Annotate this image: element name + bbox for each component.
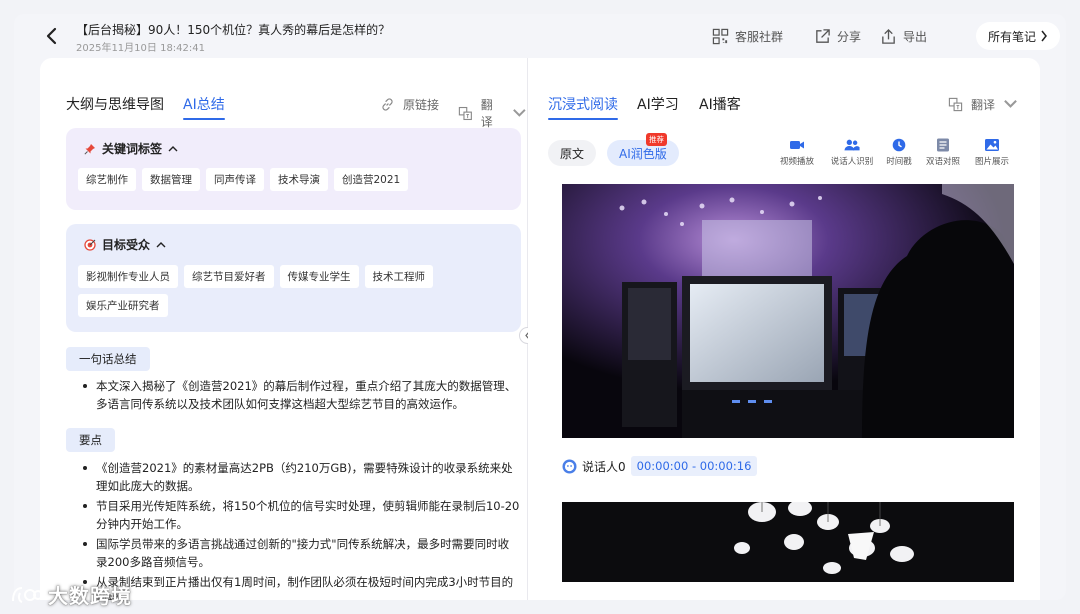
audience-title: 目标受众 xyxy=(102,238,151,252)
translate-label-left: 翻译 xyxy=(480,98,493,129)
keywords-header[interactable]: 关键词标签 xyxy=(84,140,178,157)
watermark-logo: 大数跨境 xyxy=(10,580,132,609)
app-window: 【后台揭秘】90人！150个机位？真人秀的幕后是怎样的？ 2025年11月10日… xyxy=(14,14,1066,600)
share-label: 分享 xyxy=(837,30,862,44)
reading-panel: 沉浸式阅读 AI学习 AI播客 翻译 原文 AI润色版 推荐 视频播放 说话人识… xyxy=(528,58,1040,600)
share-button[interactable]: 分享 xyxy=(814,28,861,45)
original-link-button[interactable]: 原链接 xyxy=(380,96,439,113)
translate-button-right[interactable]: 翻译 xyxy=(948,96,1018,113)
chevron-right-icon xyxy=(1041,30,1047,42)
keypoint-item: 《创造营2021》的素材量高达2PB（约210万GB)，需要特殊设计的收录系统来… xyxy=(80,459,520,495)
keyword-tag: 创造营2021 xyxy=(334,168,409,191)
export-button[interactable]: 导出 xyxy=(880,28,927,45)
tab-outline-mindmap[interactable]: 大纲与思维导图 xyxy=(66,94,164,114)
keywords-card: 关键词标签 综艺制作 数据管理 同声传译 技术导演 创造营2021 xyxy=(66,128,521,210)
image-icon xyxy=(985,139,999,151)
keywords-title: 关键词标签 xyxy=(102,142,163,156)
translate-button-left[interactable]: 翻译 xyxy=(458,96,527,130)
ai-summary-panel: 大纲与思维导图 AI总结 原链接 翻译 关键词标签 综艺制作 数据管理 同声传译… xyxy=(40,58,527,600)
timestamp-label: 时间戳 xyxy=(886,157,912,167)
chevron-up-icon xyxy=(156,241,166,247)
keyword-tag: 同声传译 xyxy=(206,168,264,191)
keypoints-label: 要点 xyxy=(66,428,115,452)
export-label: 导出 xyxy=(903,30,928,44)
tab-ai-learning[interactable]: AI学习 xyxy=(637,94,679,114)
audience-card: 目标受众 影视制作专业人员 综艺节目爱好者 传媒专业学生 技术工程师 娱乐产业研… xyxy=(66,224,521,332)
keypoints-list: 《创造营2021》的素材量高达2PB（约210万GB)，需要特殊设计的收录系统来… xyxy=(80,459,520,600)
video-camera-icon xyxy=(790,141,804,149)
speaker-id-tool[interactable]: 说话人识别 xyxy=(830,138,874,167)
audience-tags: 影视制作专业人员 综艺节目爱好者 传媒专业学生 技术工程师 娱乐产业研究者 xyxy=(78,265,508,317)
audience-tag: 娱乐产业研究者 xyxy=(78,294,168,317)
studio-lights-image xyxy=(562,502,1014,582)
community-label: 客服社群 xyxy=(735,30,784,44)
watermark-icon xyxy=(12,586,43,603)
video-frame[interactable] xyxy=(562,184,1014,438)
export-icon xyxy=(882,28,895,44)
clock-icon xyxy=(892,138,906,152)
image-display-tool[interactable]: 图片展示 xyxy=(972,138,1012,167)
chevron-down-icon xyxy=(513,108,526,117)
translate-icon xyxy=(458,106,472,120)
community-button[interactable]: 客服社群 xyxy=(712,28,783,45)
image-display-label: 图片展示 xyxy=(974,157,1009,167)
chevron-up-icon xyxy=(168,145,178,151)
target-icon xyxy=(84,238,96,251)
studio-control-room-image xyxy=(562,184,1014,438)
audience-tag: 影视制作专业人员 xyxy=(78,265,178,288)
original-text-button[interactable]: 原文 xyxy=(548,140,597,166)
video-frame-2[interactable] xyxy=(562,502,1014,582)
summary-label: 一句话总结 xyxy=(66,347,150,371)
video-play-label: 视频播放 xyxy=(779,157,814,167)
ai-polished-button[interactable]: AI润色版 xyxy=(607,140,679,166)
keyword-tags: 综艺制作 数据管理 同声传译 技术导演 创造营2021 xyxy=(78,168,508,191)
watermark-text: 大数跨境 xyxy=(48,584,132,608)
chevron-left-icon xyxy=(46,27,57,45)
people-icon xyxy=(844,139,860,151)
keypoint-item: 从录制结束到正片播出仅有1周时间，制作团队必须在极短时间内完成3小时节目的剪辑。 xyxy=(80,573,520,600)
page-title: 【后台揭秘】90人！150个机位？真人秀的幕后是怎样的？ xyxy=(76,23,391,37)
tab-ai-podcast[interactable]: AI播客 xyxy=(699,94,741,114)
pin-icon xyxy=(84,143,95,155)
keypoint-item: 国际学员带来的多语言挑战通过创新的"接力式"同传系统解决，最多时需要同时收录20… xyxy=(80,535,520,571)
audience-header[interactable]: 目标受众 xyxy=(84,236,166,253)
share-icon xyxy=(816,29,830,43)
speaker-avatar-icon xyxy=(562,459,577,473)
all-notes-button[interactable]: 所有笔记 xyxy=(975,22,1060,50)
translate-icon xyxy=(948,97,963,112)
audience-tag: 传媒专业学生 xyxy=(279,265,359,288)
bilingual-label: 双语对照 xyxy=(925,157,960,167)
recommend-badge: 推荐 xyxy=(646,133,667,146)
link-icon xyxy=(382,98,393,111)
bilingual-tool[interactable]: 双语对照 xyxy=(923,138,963,167)
keyword-tag: 技术导演 xyxy=(270,168,328,191)
all-notes-label: 所有笔记 xyxy=(987,29,1036,44)
original-link-label: 原链接 xyxy=(403,98,440,112)
bilingual-icon xyxy=(937,138,949,152)
audience-tag: 技术工程师 xyxy=(364,265,433,288)
speaker-row: 说话人0 00:00:00 - 00:00:16 xyxy=(562,456,758,476)
keyword-tag: 综艺制作 xyxy=(78,168,136,191)
tab-ai-summary[interactable]: AI总结 xyxy=(183,94,225,120)
translate-label-right: 翻译 xyxy=(971,98,996,112)
qrcode-icon xyxy=(712,28,729,45)
keyword-tag: 数据管理 xyxy=(142,168,200,191)
timestamp-tool[interactable]: 时间戳 xyxy=(879,138,919,167)
audience-tag: 综艺节目爱好者 xyxy=(184,265,274,288)
summary-list: 本文深入揭秘了《创造营2021》的幕后制作过程，重点介绍了其庞大的数据管理、多语… xyxy=(80,377,520,415)
top-bar: 【后台揭秘】90人！150个机位？真人秀的幕后是怎样的？ 2025年11月10日… xyxy=(14,14,1066,60)
publish-time: 2025年11月10日 18:42:41 xyxy=(76,43,205,54)
speaker-name: 说话人0 xyxy=(582,459,626,474)
chevron-down-icon xyxy=(1004,100,1017,108)
keypoint-item: 节目采用光传矩阵系统，将150个机位的信号实时处理，使剪辑师能在录制后10-20… xyxy=(80,497,520,533)
video-play-tool[interactable]: 视频播放 xyxy=(777,138,817,167)
summary-text: 本文深入揭秘了《创造营2021》的幕后制作过程，重点介绍了其庞大的数据管理、多语… xyxy=(80,377,520,413)
speaker-id-label: 说话人识别 xyxy=(830,157,874,167)
tab-immersive-reading[interactable]: 沉浸式阅读 xyxy=(548,94,618,120)
speaker-time-range[interactable]: 00:00:00 - 00:00:16 xyxy=(630,456,758,476)
back-button[interactable] xyxy=(42,26,62,46)
